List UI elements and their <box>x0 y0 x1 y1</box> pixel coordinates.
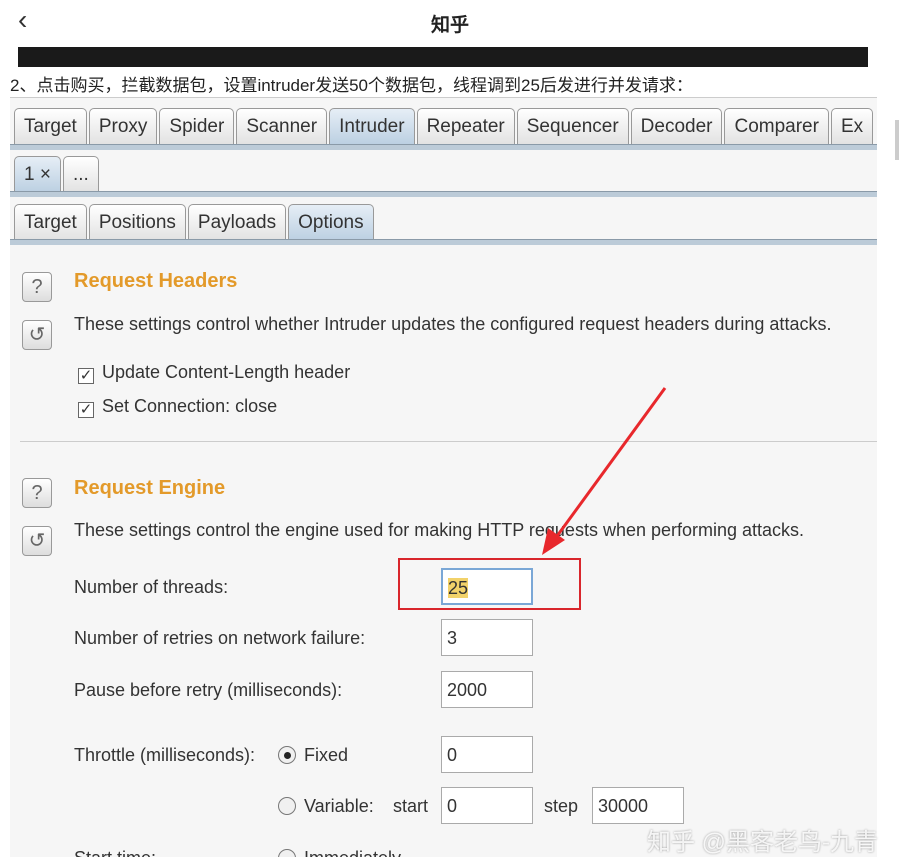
attack-tabs: 1 ×... <box>10 156 99 192</box>
tab-scanner[interactable]: Scanner <box>236 108 328 144</box>
tab-bar <box>10 191 877 197</box>
section-title-request-engine: Request Engine <box>74 477 226 499</box>
start-label: start <box>393 796 429 816</box>
checkbox-label: Update Content-Length header <box>102 362 351 382</box>
checkbox-checked-icon: ✓ <box>78 401 94 418</box>
tab-ex[interactable]: Ex <box>830 108 874 144</box>
tab-1[interactable]: 1 × <box>14 156 61 192</box>
variable-radio[interactable]: Variable: <box>278 796 374 817</box>
watermark: 知乎 @黑客老鸟-九青 <box>646 829 878 856</box>
step-input[interactable]: 30000 <box>592 787 684 824</box>
tab-repeater[interactable]: Repeater <box>416 108 515 144</box>
tab-comparer[interactable]: Comparer <box>724 108 829 144</box>
tab-payloads[interactable]: Payloads <box>187 204 287 240</box>
radio-label: Fixed <box>304 745 349 765</box>
step-label: step <box>544 796 579 816</box>
help-icon[interactable]: ? <box>22 478 52 508</box>
tab-intruder[interactable]: Intruder <box>329 108 415 144</box>
retries-input[interactable]: 3 <box>441 619 533 656</box>
immediately-radio[interactable]: Immediately <box>278 848 401 857</box>
fixed-radio[interactable]: Fixed <box>278 745 348 766</box>
page-title: 知乎 <box>430 15 469 36</box>
divider <box>20 441 877 442</box>
page-scrollbar[interactable] <box>895 120 899 160</box>
help-icon[interactable]: ? <box>22 272 52 302</box>
throttle-label: Throttle (milliseconds): <box>74 745 256 765</box>
red-arrow-annotation <box>542 387 667 555</box>
tab-target[interactable]: Target <box>14 204 87 240</box>
radio-label: Immediately <box>304 848 401 857</box>
start-input[interactable]: 0 <box>441 787 533 824</box>
tab-sequencer[interactable]: Sequencer <box>516 108 629 144</box>
highlight-box <box>398 558 581 610</box>
previous-image-fragment <box>18 47 868 67</box>
request-engine-desc: These settings control the engine used f… <box>74 520 805 540</box>
app-header: ‹ 知乎 <box>0 0 900 45</box>
burp-screenshot: Target Proxy Spider Scanner Intruder Repeater… <box>10 97 877 857</box>
radio-unselected-icon <box>278 797 296 815</box>
tab-decoder[interactable]: Decoder <box>630 108 723 144</box>
tab-positions[interactable]: Positions <box>88 204 186 240</box>
threads-label: Number of threads: <box>74 577 229 597</box>
tab-bar <box>10 144 877 150</box>
tab-proxy[interactable]: Proxy <box>88 108 158 144</box>
checkbox-label: Set Connection: close <box>102 396 278 416</box>
restore-defaults-icon[interactable]: ↺ <box>22 526 52 556</box>
sub-tabs: Target Positions Payloads Options <box>10 204 374 240</box>
fixed-input[interactable]: 0 <box>441 736 533 773</box>
tab-spider[interactable]: Spider <box>159 108 235 144</box>
update-content-length-checkbox[interactable]: ✓ Update Content-Length header <box>78 362 350 384</box>
start-time-label: Start time: <box>74 848 156 857</box>
tab-bar <box>10 239 877 245</box>
tab-[interactable]: ... <box>62 156 99 192</box>
tab-target[interactable]: Target <box>14 108 87 144</box>
radio-label: Variable: <box>304 796 374 816</box>
pause-label: Pause before retry (milliseconds): <box>74 680 343 700</box>
main-tabs: Target Proxy Spider Scanner Intruder Repeater… <box>10 108 874 144</box>
section-title-request-headers: Request Headers <box>74 270 238 292</box>
set-connection-close-checkbox[interactable]: ✓ Set Connection: close <box>78 396 277 418</box>
radio-selected-icon <box>278 746 296 764</box>
pause-input[interactable]: 2000 <box>441 671 533 708</box>
checkbox-checked-icon: ✓ <box>78 367 94 384</box>
retries-label: Number of retries on network failure: <box>74 628 366 648</box>
request-headers-desc: These settings control whether Intruder … <box>74 314 832 334</box>
tab-options[interactable]: Options <box>288 204 374 240</box>
article-caption: 2、点击购买，拦截数据包，设置intruder发送50个数据包，线程调到25后发… <box>10 76 693 95</box>
radio-unselected-icon <box>278 849 296 857</box>
restore-defaults-icon[interactable]: ↺ <box>22 320 52 350</box>
